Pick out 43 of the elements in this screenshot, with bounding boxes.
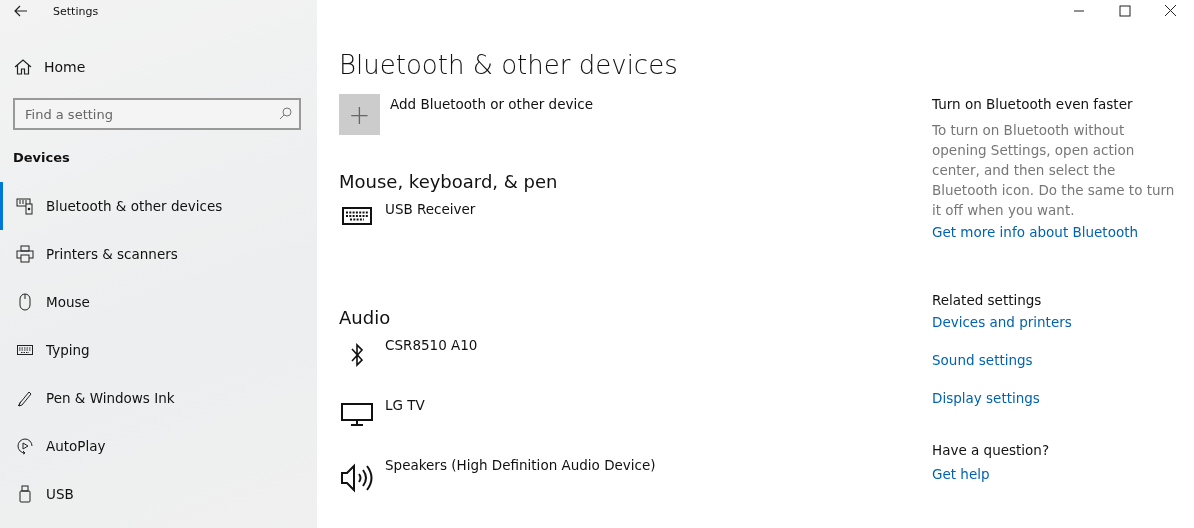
- autoplay-icon: [16, 437, 34, 455]
- nav-item[interactable]: Typing: [0, 326, 317, 374]
- search-icon: [279, 107, 292, 120]
- device-name[interactable]: CSR8510 A10: [385, 337, 478, 395]
- help-heading: Have a question?: [932, 442, 1051, 460]
- help-link[interactable]: Get help: [932, 466, 990, 486]
- nav-item[interactable]: USB: [0, 470, 317, 518]
- pen-icon: [16, 389, 34, 407]
- related-link[interactable]: Display settings: [932, 390, 1040, 410]
- keyboard-icon: [16, 345, 34, 355]
- mouse-icon: [16, 293, 34, 311]
- usb-icon: [16, 485, 34, 503]
- nav-item[interactable]: Pen & Windows Ink: [0, 374, 317, 422]
- search-field[interactable]: Find a setting: [13, 98, 301, 130]
- bluetooth-info-link[interactable]: Get more info about Bluetooth: [932, 224, 1138, 244]
- speaker-icon: [340, 463, 374, 493]
- related-link[interactable]: Sound settings: [932, 352, 1033, 372]
- related-heading: Related settings: [932, 292, 1043, 310]
- device-name[interactable]: USB Receiver: [385, 201, 476, 259]
- nav-item[interactable]: Printers & scanners: [0, 230, 317, 278]
- tip-heading: Turn on Bluetooth even faster: [932, 96, 1134, 114]
- tip-text: To turn on Bluetooth without opening Settings, open action center, and then select the Bluetooth icon. Do the same to turn it off when you want.: [932, 121, 1176, 220]
- group-heading: Audio: [339, 307, 392, 330]
- page-title: Bluetooth & other devices: [339, 50, 679, 82]
- nav-item[interactable]: Mouse: [0, 278, 317, 326]
- group-heading: Mouse, keyboard, & pen: [339, 171, 559, 194]
- add-device-label[interactable]: Add Bluetooth or other device: [390, 96, 593, 112]
- section-heading: Devices: [13, 150, 71, 167]
- device-name[interactable]: LG TV: [385, 397, 425, 455]
- nav-item[interactable]: Bluetooth & other devices: [0, 182, 317, 230]
- monitor-icon: [341, 403, 373, 427]
- home-icon: [14, 59, 32, 75]
- window-title: Settings: [53, 4, 99, 18]
- device-name[interactable]: Speakers (High Definition Audio Device): [385, 457, 656, 515]
- keyboard-device-icon: [16, 197, 34, 215]
- printer-icon: [16, 245, 34, 263]
- keyboard-icon: [342, 207, 372, 225]
- home-nav-item[interactable]: Home: [0, 56, 317, 78]
- related-link[interactable]: Devices and printers: [932, 314, 1072, 334]
- nav-item[interactable]: AutoPlay: [0, 422, 317, 470]
- bluetooth-icon: [351, 343, 363, 367]
- back-arrow-icon[interactable]: [14, 5, 28, 17]
- add-device-button[interactable]: +: [339, 94, 380, 135]
